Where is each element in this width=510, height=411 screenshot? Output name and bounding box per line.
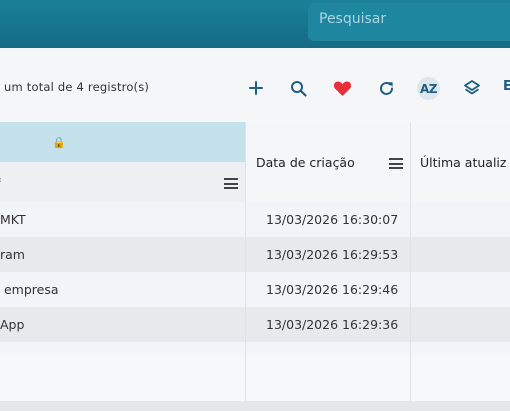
lock-icon: 🔒 bbox=[52, 136, 66, 149]
column-divider bbox=[245, 122, 246, 401]
table-row[interactable]: empresa 13/03/2026 16:29:46 bbox=[0, 272, 510, 307]
column-label-created: Data de criação bbox=[256, 155, 355, 170]
column-header-name[interactable]: 🔒 bbox=[0, 122, 245, 162]
favorites-button[interactable] bbox=[331, 77, 353, 99]
plus-icon bbox=[249, 81, 263, 95]
table-row[interactable]: ram 13/03/2026 16:29:53 bbox=[0, 237, 510, 272]
sort-arrow-icon: ‹ bbox=[0, 175, 2, 186]
layers-button[interactable] bbox=[461, 77, 483, 99]
column-label-updated: Última atualiz bbox=[420, 155, 507, 170]
search-button[interactable] bbox=[287, 77, 309, 99]
cell-created: 13/03/2026 16:29:36 bbox=[266, 317, 399, 332]
cell-created: 13/03/2026 16:29:46 bbox=[266, 282, 399, 297]
sort-button[interactable]: AZ bbox=[417, 77, 440, 100]
grid-toolbar: um total de 4 registro(s) AZ E bbox=[0, 52, 510, 120]
cell-created: 13/03/2026 16:30:07 bbox=[266, 212, 399, 227]
column-menu-icon[interactable] bbox=[224, 178, 238, 189]
table-row-empty bbox=[0, 342, 510, 354]
refresh-icon bbox=[379, 81, 393, 95]
column-menu-icon[interactable] bbox=[389, 158, 403, 169]
column-filter-name[interactable]: ‹ bbox=[0, 162, 245, 202]
data-grid: 🔒 ‹ Data de criação Última atualiz MKT 1… bbox=[0, 120, 510, 401]
cell-created: 13/03/2026 16:29:53 bbox=[266, 247, 399, 262]
horizontal-scrollbar[interactable] bbox=[0, 401, 510, 411]
table-row[interactable]: App 13/03/2026 16:29:36 bbox=[0, 307, 510, 342]
heart-icon bbox=[333, 81, 351, 96]
more-button[interactable]: E bbox=[503, 79, 510, 94]
column-header-created[interactable]: Data de criação bbox=[246, 122, 410, 202]
cell-name: App bbox=[0, 317, 25, 332]
layers-icon bbox=[464, 80, 480, 95]
search-input[interactable]: Pesquisar bbox=[308, 3, 510, 41]
cell-name: empresa bbox=[0, 282, 59, 297]
column-divider bbox=[410, 122, 411, 401]
app-header: Pesquisar bbox=[0, 0, 510, 48]
add-button[interactable] bbox=[245, 77, 267, 99]
record-count: um total de 4 registro(s) bbox=[4, 80, 150, 94]
column-header-updated[interactable]: Última atualiz bbox=[411, 122, 510, 202]
table-row[interactable]: MKT 13/03/2026 16:30:07 bbox=[0, 202, 510, 237]
refresh-button[interactable] bbox=[375, 77, 397, 99]
cell-name: ram bbox=[0, 247, 25, 262]
cell-name: MKT bbox=[0, 212, 26, 227]
az-sort-icon: AZ bbox=[420, 81, 438, 96]
search-icon bbox=[290, 80, 307, 97]
